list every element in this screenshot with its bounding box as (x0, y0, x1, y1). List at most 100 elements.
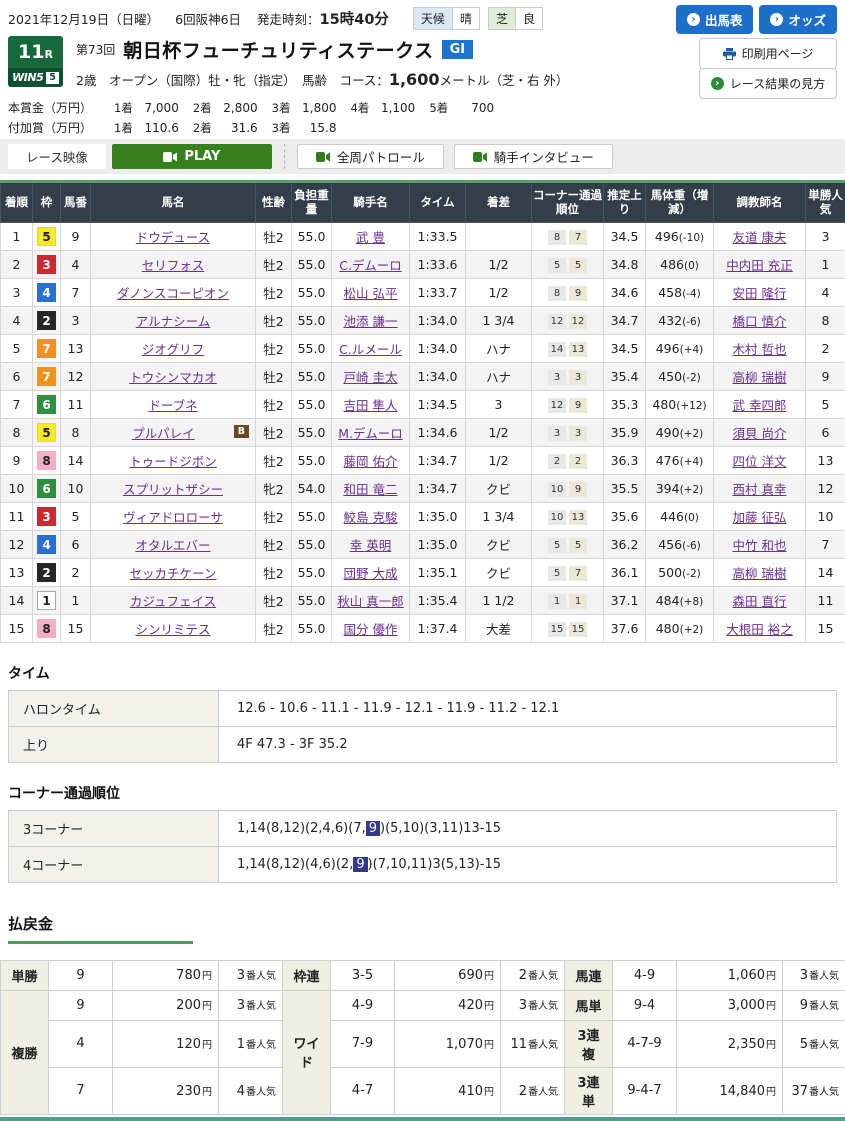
horse-name-link[interactable]: オタルエバー (135, 538, 210, 553)
jockey-link[interactable]: 和田 竜二 (344, 482, 398, 497)
jockey-link[interactable]: 秋山 真一郎 (337, 594, 403, 609)
trainer-link[interactable]: 大根田 裕之 (726, 622, 792, 637)
trainer-link[interactable]: 加藤 征弘 (733, 510, 787, 525)
finish-position: 10 (1, 474, 33, 502)
corner-order-cell: 129 (532, 390, 604, 418)
body-weight-diff: (-2) (682, 372, 701, 384)
trainer-link[interactable]: 中内田 充正 (726, 258, 792, 273)
lap-value: 4F 47.3 - 3F 35.2 (219, 726, 837, 762)
trainer-link[interactable]: 四位 洋文 (733, 454, 787, 469)
race-date: 2021年12月19日（日曜） (8, 9, 159, 28)
sex-age: 牝2 (256, 474, 292, 502)
jockey-link[interactable]: 松山 弘平 (344, 286, 398, 301)
sex-age: 牡2 (256, 390, 292, 418)
bracket-cell: 3 (33, 502, 61, 530)
horse-name-link[interactable]: ドーブネ (148, 398, 197, 413)
trainer-link[interactable]: 橋口 慎介 (733, 314, 787, 329)
win-favorite: 3 (806, 222, 845, 250)
corner-3-position: 12 (548, 314, 566, 329)
trainer-link[interactable]: 森田 直行 (733, 594, 787, 609)
horse-name-link[interactable]: アルナシーム (136, 314, 211, 329)
print-page-button[interactable]: 印刷用ページ (699, 38, 837, 69)
corner-label: 4コーナー (9, 846, 219, 882)
horse-name-link[interactable]: ドウデュース (136, 230, 210, 245)
horse-number: 4 (61, 250, 91, 278)
jockey-link[interactable]: 藤岡 佑介 (344, 454, 398, 469)
sex-age: 牡2 (256, 362, 292, 390)
margin: ハナ (466, 362, 532, 390)
trainer-link[interactable]: 西村 真幸 (733, 482, 787, 497)
trainer-cell: 中内田 充正 (714, 250, 806, 278)
prize-money: 本賞金（万円）1着7,0002着2,8003着1,8004着1,1005着700… (8, 99, 837, 136)
trainer-link[interactable]: 中竹 和也 (733, 538, 787, 553)
jockey-link[interactable]: 鮫島 克駿 (344, 510, 398, 525)
horse-name-link[interactable]: トゥードジボン (129, 454, 217, 469)
horse-number: 11 (61, 390, 91, 418)
jockey-link[interactable]: C.ルメール (339, 342, 402, 357)
patrol-video-button[interactable]: 全周パトロール (297, 144, 444, 169)
jockey-interview-button[interactable]: 騎手インタビュー (454, 144, 613, 169)
win5-slot: 5 (46, 72, 59, 84)
jockey-link[interactable]: 団野 大成 (344, 566, 398, 581)
jockey-link[interactable]: 幸 英明 (350, 538, 391, 553)
horse-name-link[interactable]: セリフォス (142, 258, 205, 273)
arrow-circle-icon: › (687, 13, 700, 26)
prize-rank: 3着 (272, 100, 291, 116)
camera-icon (163, 152, 177, 162)
horse-name-link[interactable]: セッカチケーン (130, 566, 217, 581)
trainer-link[interactable]: 安田 隆行 (733, 286, 787, 301)
trainer-link[interactable]: 高柳 瑞樹 (733, 566, 787, 581)
jockey-link[interactable]: 吉田 隼人 (344, 398, 398, 413)
horse-name-link[interactable]: トウシンマカオ (129, 370, 217, 385)
jockey-link[interactable]: 国分 優作 (344, 622, 398, 637)
result-row: 2 3 4 セリフォス 牡2 55.0 C.デムーロ 1:33.6 1/2 55… (1, 250, 845, 278)
payout-selection: 4-7 (331, 1067, 395, 1114)
jockey-link[interactable]: C.デムーロ (339, 258, 401, 273)
lap-row: ハロンタイム12.6 - 10.6 - 11.1 - 11.9 - 12.1 -… (9, 690, 837, 726)
trainer-link[interactable]: 須貝 尚介 (733, 426, 787, 441)
win-favorite: 15 (806, 614, 845, 642)
results-column-header: 調教師名 (714, 182, 806, 223)
trainer-link[interactable]: 友道 康夫 (733, 230, 787, 245)
body-weight-diff: (+4) (680, 344, 704, 356)
result-row: 7 6 11 ドーブネ 牡2 55.0 吉田 隼人 1:34.5 3 129 3… (1, 390, 845, 418)
jockey-link[interactable]: 戸崎 圭太 (344, 370, 398, 385)
body-weight: 500(-2) (646, 558, 714, 586)
horse-name-link[interactable]: スプリットザシー (123, 482, 223, 497)
last-3f: 34.5 (604, 334, 646, 362)
body-weight-diff: (0) (684, 260, 699, 272)
result-guide-label: レース結果の見方 (730, 75, 825, 92)
start-time-wrap: 発走時刻：15時40分 (257, 8, 389, 29)
jockey-link[interactable]: 武 豊 (356, 230, 385, 245)
result-guide-button[interactable]: › レース結果の見方 (699, 68, 837, 99)
horse-name-link[interactable]: シンリミテス (135, 622, 210, 637)
bracket-badge: 3 (37, 507, 56, 526)
lap-label: 上り (9, 726, 219, 762)
win5-badge[interactable]: WIN5 5 (8, 68, 63, 87)
trainer-link[interactable]: 武 幸四郎 (733, 398, 787, 413)
horse-number: 2 (61, 558, 91, 586)
horse-name-link[interactable]: ヴィアドロローサ (123, 510, 223, 525)
horse-name-link[interactable]: ジオグリフ (142, 342, 204, 357)
currency-unit: 円 (484, 1040, 494, 1051)
trainer-link[interactable]: 木村 哲也 (733, 342, 787, 357)
odds-button[interactable]: › オッズ (759, 5, 837, 34)
bracket-badge: 7 (37, 339, 56, 358)
margin: 1 1/2 (466, 586, 532, 614)
play-button[interactable]: PLAY (112, 144, 272, 169)
jockey-link[interactable]: 池添 謙一 (344, 314, 398, 329)
payout-favorite: 11番人気 (501, 1020, 565, 1067)
bracket-badge: 6 (37, 395, 56, 414)
finish-time: 1:33.6 (410, 250, 466, 278)
horse-name-link[interactable]: カジュフェイス (130, 594, 216, 609)
horse-name-link[interactable]: プルパレイ (132, 426, 195, 441)
trainer-link[interactable]: 高柳 瑞樹 (733, 370, 787, 385)
jockey-link[interactable]: M.デムーロ (338, 426, 403, 441)
sex-age: 牡2 (256, 558, 292, 586)
favorite-suffix: 番人気 (809, 1001, 839, 1012)
prize-rank: 1着 (114, 120, 133, 136)
horse-name-link[interactable]: ダノンスコーピオン (117, 286, 229, 301)
bracket-badge: 7 (37, 367, 56, 386)
body-weight: 446(0) (646, 502, 714, 530)
entries-button[interactable]: › 出馬表 (676, 5, 754, 34)
